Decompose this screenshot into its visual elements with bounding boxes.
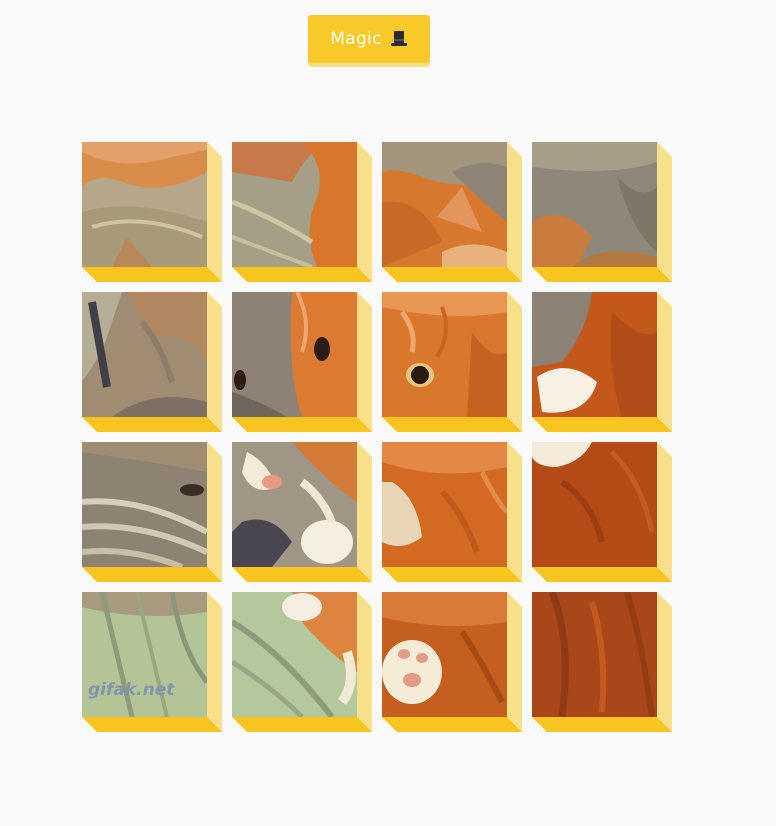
tile-bottom xyxy=(232,267,372,282)
tile-bottom xyxy=(382,567,522,582)
tile-side xyxy=(507,442,522,582)
puzzle-tile[interactable] xyxy=(532,142,672,282)
tile-side xyxy=(357,442,372,582)
tile-bottom xyxy=(232,567,372,582)
tile-bottom xyxy=(232,717,372,732)
tile-image xyxy=(232,292,357,417)
tile-bottom xyxy=(382,267,522,282)
puzzle-tile[interactable] xyxy=(232,592,372,732)
tile-image xyxy=(382,292,507,417)
puzzle-tile[interactable] xyxy=(82,442,222,582)
tile-image xyxy=(82,142,207,267)
tile-image xyxy=(232,592,357,717)
tile-image xyxy=(382,592,507,717)
puzzle-grid: gifak.net xyxy=(82,142,682,742)
tile-side xyxy=(207,142,222,282)
tile-image xyxy=(82,292,207,417)
puzzle-tile[interactable] xyxy=(532,442,672,582)
puzzle-tile[interactable] xyxy=(382,442,522,582)
tile-side xyxy=(507,142,522,282)
tile-bottom xyxy=(532,717,672,732)
tile-image xyxy=(532,592,657,717)
puzzle-tile[interactable] xyxy=(232,442,372,582)
tile-bottom xyxy=(232,417,372,432)
tile-bottom xyxy=(82,567,222,582)
tile-side xyxy=(657,142,672,282)
top-hat-icon xyxy=(390,30,408,48)
tile-image xyxy=(232,142,357,267)
watermark: gifak.net xyxy=(88,680,175,700)
tile-side xyxy=(657,442,672,582)
tile-image xyxy=(232,442,357,567)
tile-bottom xyxy=(532,267,672,282)
puzzle-tile[interactable] xyxy=(232,292,372,432)
magic-button-label: Magic xyxy=(330,29,382,49)
tile-image xyxy=(82,442,207,567)
tile-side xyxy=(657,592,672,732)
tile-image xyxy=(532,142,657,267)
tile-side xyxy=(657,292,672,432)
tile-bottom xyxy=(82,267,222,282)
puzzle-tile[interactable] xyxy=(82,292,222,432)
tile-side xyxy=(357,292,372,432)
tile-bottom xyxy=(532,567,672,582)
tile-side xyxy=(507,292,522,432)
tile-side xyxy=(207,592,222,732)
magic-button[interactable]: Magic xyxy=(308,15,430,63)
puzzle-tile[interactable] xyxy=(382,592,522,732)
puzzle-tile[interactable] xyxy=(382,292,522,432)
puzzle-tile[interactable] xyxy=(82,142,222,282)
tile-side xyxy=(357,592,372,732)
tile-image xyxy=(382,442,507,567)
tile-side xyxy=(507,592,522,732)
puzzle-tile[interactable] xyxy=(532,292,672,432)
puzzle-tile[interactable] xyxy=(232,142,372,282)
puzzle-tile[interactable] xyxy=(382,142,522,282)
puzzle-tile[interactable]: gifak.net xyxy=(82,592,222,732)
page: Magic gifak.net xyxy=(0,0,776,826)
tile-side xyxy=(207,292,222,432)
tile-bottom xyxy=(382,417,522,432)
tile-image: gifak.net xyxy=(82,592,207,717)
tile-side xyxy=(207,442,222,582)
tile-bottom xyxy=(82,417,222,432)
tile-image xyxy=(532,442,657,567)
puzzle-tile[interactable] xyxy=(532,592,672,732)
tile-bottom xyxy=(82,717,222,732)
tile-bottom xyxy=(382,717,522,732)
tile-image xyxy=(532,292,657,417)
tile-side xyxy=(357,142,372,282)
tile-image xyxy=(382,142,507,267)
tile-bottom xyxy=(532,417,672,432)
